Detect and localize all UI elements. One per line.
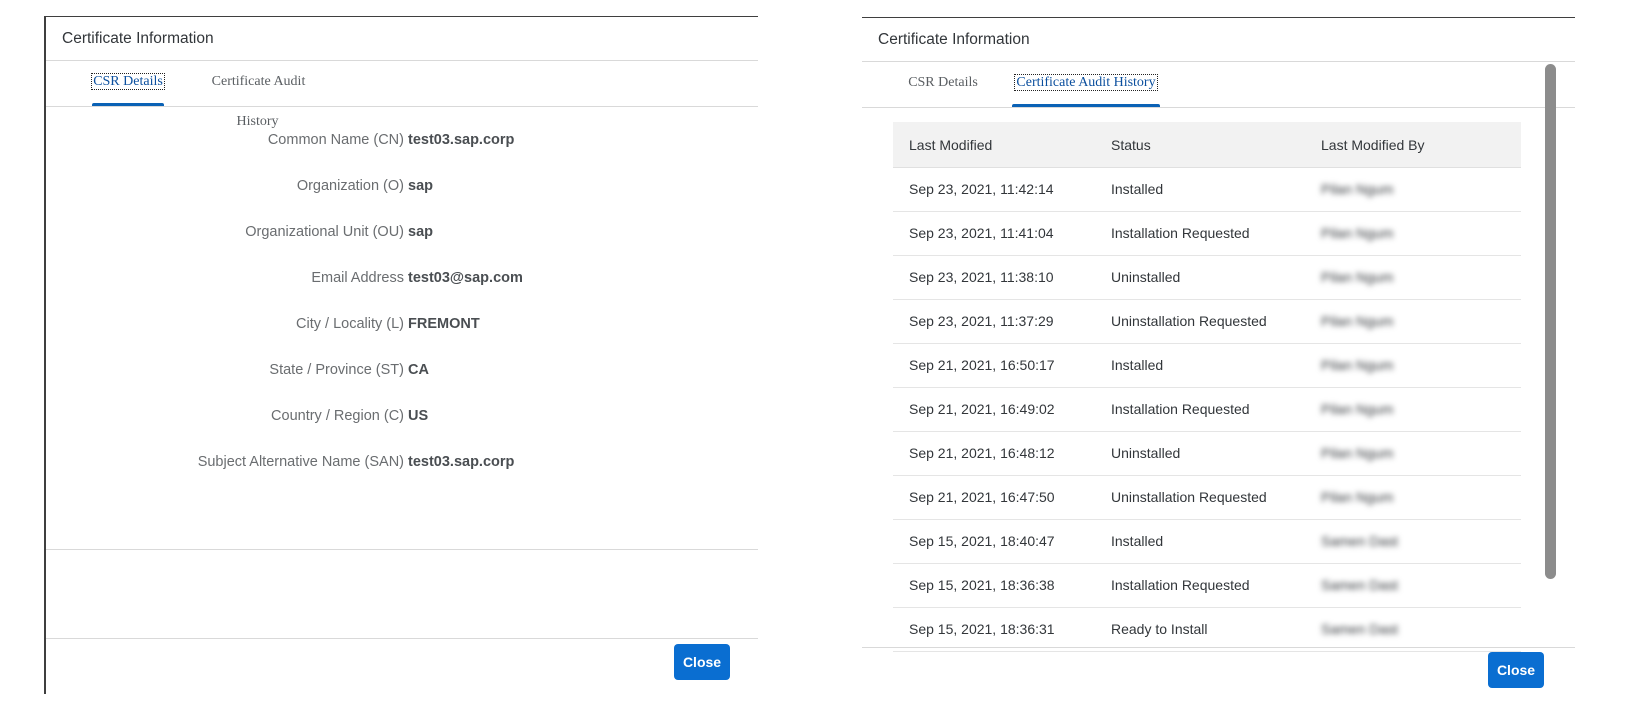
cell-modified-by: Samen Dast <box>1321 621 1399 637</box>
cell-status: Installed <box>1111 181 1164 197</box>
column-header-status[interactable]: Status <box>1111 122 1151 168</box>
form-row-country-region: Country / Region (C) US <box>46 406 760 426</box>
cell-last-modified: Sep 15, 2021, 18:40:47 <box>909 533 1055 549</box>
field-label: City / Locality (L) <box>296 316 404 332</box>
tab-csr-details[interactable]: CSR Details <box>906 63 980 107</box>
form-row-subject-alternative-name: Subject Alternative Name (SAN) test03.sa… <box>46 452 760 472</box>
audit-history-table: Last Modified Status Last Modified By Se… <box>893 122 1521 667</box>
table-row[interactable]: Sep 21, 2021, 16:48:12 Uninstalled Pilan… <box>893 432 1521 476</box>
cell-modified-by: Samen Dast <box>1321 533 1399 549</box>
certificate-information-dialog-audit: Certificate Information CSR Details Cert… <box>862 17 1575 694</box>
cell-last-modified: Sep 23, 2021, 11:37:29 <box>909 313 1054 329</box>
table-row[interactable]: Sep 23, 2021, 11:37:29 Uninstallation Re… <box>893 300 1521 344</box>
close-button[interactable]: Close <box>674 644 730 680</box>
footer-divider <box>862 647 1575 648</box>
close-button[interactable]: Close <box>1488 652 1544 688</box>
certificate-information-dialog-csr: Certificate Information CSR Details Cert… <box>44 16 758 694</box>
field-value: sap <box>408 178 433 194</box>
tab-certificate-audit-history[interactable]: Certificate Audit History <box>1012 63 1160 107</box>
tab-csr-details[interactable]: CSR Details <box>91 62 165 106</box>
table-row[interactable]: Sep 21, 2021, 16:47:50 Uninstallation Re… <box>893 476 1521 520</box>
table-row[interactable]: Sep 21, 2021, 16:50:17 Installed Pilan N… <box>893 344 1521 388</box>
cell-last-modified: Sep 21, 2021, 16:49:02 <box>909 401 1055 417</box>
cell-modified-by: Pilan Ngum <box>1321 401 1394 417</box>
cell-last-modified: Sep 21, 2021, 16:48:12 <box>909 445 1055 461</box>
cell-last-modified: Sep 23, 2021, 11:41:04 <box>909 225 1054 241</box>
cell-modified-by: Pilan Ngum <box>1321 489 1394 505</box>
column-header-last-modified[interactable]: Last Modified <box>909 122 992 168</box>
footer-divider <box>46 638 758 639</box>
cell-last-modified: Sep 21, 2021, 16:47:50 <box>909 489 1055 505</box>
field-label: Organizational Unit (OU) <box>245 224 404 240</box>
cell-last-modified: Sep 23, 2021, 11:42:14 <box>909 181 1054 197</box>
cell-status: Installed <box>1111 357 1164 373</box>
cell-modified-by: Pilan Ngum <box>1321 313 1394 329</box>
field-label: Common Name (CN) <box>267 132 404 148</box>
field-label: State / Province (ST) <box>269 362 404 378</box>
cell-status: Installation Requested <box>1111 225 1250 241</box>
form-row-organization: Organization (O) sap <box>46 176 760 196</box>
active-tab-indicator <box>1012 104 1160 107</box>
cell-status: Uninstallation Requested <box>1111 489 1267 505</box>
active-tab-indicator <box>92 103 164 106</box>
column-header-last-modified-by[interactable]: Last Modified By <box>1321 122 1425 168</box>
cell-last-modified: Sep 21, 2021, 16:50:17 <box>909 357 1055 373</box>
cell-status: Uninstalled <box>1111 445 1181 461</box>
dialog-title: Certificate Information <box>862 18 1575 62</box>
cell-last-modified: Sep 15, 2021, 18:36:31 <box>909 621 1055 637</box>
form-row-email-address: Email Address test03@sap.com <box>46 268 760 288</box>
field-label: Organization (O) <box>296 178 404 194</box>
cell-status: Installation Requested <box>1111 577 1250 593</box>
form-row-city-locality: City / Locality (L) FREMONT <box>46 314 760 334</box>
field-value: test03@sap.com <box>408 270 523 286</box>
form-row-state-province: State / Province (ST) CA <box>46 360 760 380</box>
form-row-common-name: Common Name (CN) test03.sap.corp <box>46 130 760 150</box>
table-header: Last Modified Status Last Modified By <box>893 122 1521 168</box>
cell-status: Uninstallation Requested <box>1111 313 1267 329</box>
cell-status: Installed <box>1111 533 1164 549</box>
tab-label: CSR Details <box>908 75 978 90</box>
field-value: US <box>408 408 429 424</box>
field-label: Country / Region (C) <box>271 408 404 424</box>
content-divider <box>46 549 758 550</box>
field-label: Email Address <box>311 270 404 286</box>
table-row[interactable]: Sep 15, 2021, 18:36:31 Ready to Install … <box>893 608 1521 652</box>
field-value: FREMONT <box>408 316 480 332</box>
cell-modified-by: Pilan Ngum <box>1321 357 1394 373</box>
tab-bar: CSR Details Certificate Audit History <box>46 62 758 129</box>
form-row-organizational-unit: Organizational Unit (OU) sap <box>46 222 760 242</box>
cell-modified-by: Pilan Ngum <box>1321 269 1394 285</box>
cell-last-modified: Sep 15, 2021, 18:36:38 <box>909 577 1055 593</box>
table-row[interactable]: Sep 23, 2021, 11:42:14 Installed Pilan N… <box>893 168 1521 212</box>
table-row[interactable]: Sep 23, 2021, 11:38:10 Uninstalled Pilan… <box>893 256 1521 300</box>
cell-status: Uninstalled <box>1111 269 1181 285</box>
field-value: test03.sap.corp <box>408 132 515 148</box>
cell-status: Installation Requested <box>1111 401 1250 417</box>
cell-last-modified: Sep 23, 2021, 11:38:10 <box>909 269 1054 285</box>
field-value: CA <box>408 362 429 378</box>
field-value: test03.sap.corp <box>408 454 515 470</box>
tab-label: Certificate Audit History <box>211 74 306 129</box>
table-row[interactable]: Sep 15, 2021, 18:36:38 Installation Requ… <box>893 564 1521 608</box>
table-row[interactable]: Sep 23, 2021, 11:41:04 Installation Requ… <box>893 212 1521 256</box>
dialog-title: Certificate Information <box>46 17 758 61</box>
vertical-scrollbar-thumb[interactable] <box>1545 64 1556 579</box>
table-row[interactable]: Sep 21, 2021, 16:49:02 Installation Requ… <box>893 388 1521 432</box>
cell-modified-by: Samen Dast <box>1321 577 1399 593</box>
field-label: Subject Alternative Name (SAN) <box>197 454 404 470</box>
field-value: sap <box>408 224 433 240</box>
cell-modified-by: Pilan Ngum <box>1321 181 1394 197</box>
cell-modified-by: Pilan Ngum <box>1321 225 1394 241</box>
tab-bar: CSR Details Certificate Audit History <box>862 63 1575 108</box>
tab-certificate-audit-history[interactable]: Certificate Audit History <box>190 62 326 129</box>
cell-modified-by: Pilan Ngum <box>1321 445 1394 461</box>
cell-status: Ready to Install <box>1111 621 1208 637</box>
tab-label: Certificate Audit History <box>1014 74 1158 91</box>
table-row[interactable]: Sep 15, 2021, 18:40:47 Installed Samen D… <box>893 520 1521 564</box>
tab-label: CSR Details <box>91 73 165 90</box>
